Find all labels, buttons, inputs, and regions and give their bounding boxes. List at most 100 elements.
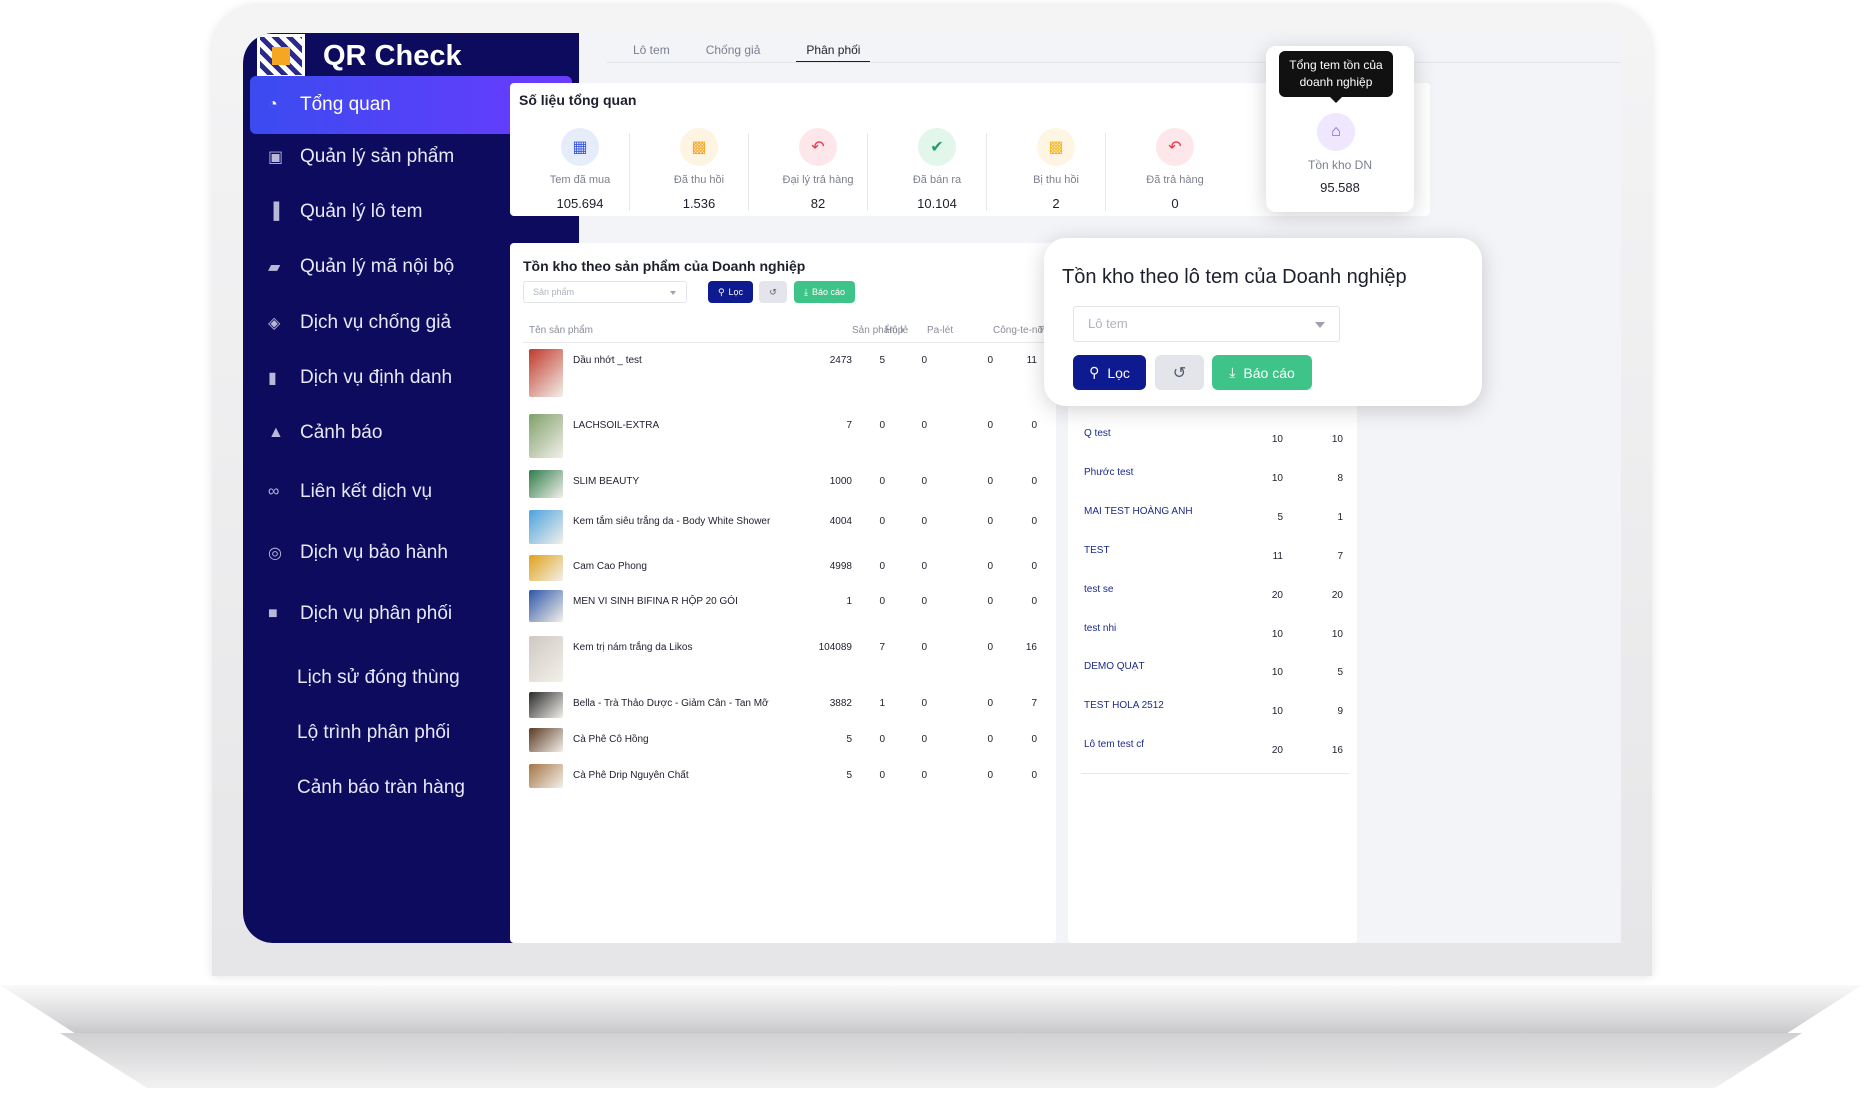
stamp-icon: ▦ (561, 128, 599, 166)
lot-name: Lô tem test cf (1084, 739, 1145, 750)
cell-carton: 0 (1031, 770, 1037, 781)
product-filter-button[interactable]: ⚲ Lọc (708, 281, 753, 303)
warehouse-icon: ⌂ (1317, 113, 1355, 151)
download-icon: ⤓ (1229, 364, 1236, 380)
product-reset-button[interactable]: ↺ (759, 281, 787, 303)
tab-divider (607, 62, 1621, 63)
product-filter-select[interactable]: Sản phẩm (523, 281, 687, 303)
lot-value-a: 11 (1272, 551, 1283, 562)
cell-carton: 0 (1031, 596, 1037, 607)
cell-pallet: 0 (921, 734, 927, 745)
cell-carton: 7 (1031, 698, 1037, 709)
cell-pallet: 0 (921, 355, 927, 366)
product-thumbnail (529, 510, 563, 544)
lot-name: Q test (1084, 428, 1111, 439)
lot-report-button[interactable]: ⤓ Báo cáo (1212, 355, 1312, 390)
sidebar-item-label: Quản lý sản phẩm (300, 146, 455, 167)
lot-value-a: 20 (1271, 590, 1283, 601)
stat-divider (629, 133, 630, 211)
lot-name: test se (1084, 584, 1114, 595)
truck-icon: ■ (268, 605, 278, 622)
logo[interactable]: QR Check (257, 33, 462, 79)
column-header-3[interactable]: Hộp (885, 325, 903, 336)
product-thumbnail (529, 349, 563, 397)
overview-title: Số liệu tổng quan (519, 92, 637, 108)
lot-filter-button[interactable]: ⚲ Lọc (1073, 355, 1146, 390)
sidebar-subitem-2[interactable]: Lộ trình phân phối (297, 722, 450, 744)
sidebar-item-label: Dịch vụ chống giả (300, 312, 452, 333)
lifebuoy-icon: ◎ (268, 545, 282, 562)
stat-divider (1105, 133, 1106, 211)
product-name: MEN VI SINH BIFINA R HỘP 20 GÓI (573, 596, 738, 607)
tab-chong-gia[interactable]: Chống giả (706, 33, 761, 59)
product-thumbnail (529, 590, 563, 622)
product-name: Bella - Trà Thảo Dược - Giảm Cân - Tan M… (573, 698, 769, 709)
recalled-icon: ▩ (1037, 128, 1075, 166)
search-icon: ⚲ (1089, 364, 1100, 380)
return-icon: ↶ (799, 128, 837, 166)
barcode-icon: ▐ (268, 203, 280, 220)
tab-phan-phoi[interactable]: Phân phối (796, 33, 871, 63)
tab-lo-tem[interactable]: Lô tem (633, 33, 670, 59)
product-thumbnail (529, 555, 563, 581)
download-icon: ⤓ (803, 286, 808, 297)
cell-pallet: 0 (921, 596, 927, 607)
sidebar-subitem-3[interactable]: Cảnh báo tràn hàng (297, 777, 465, 799)
lot-value-a: 10 (1271, 629, 1283, 640)
bookmark-icon: ▮ (268, 370, 277, 387)
recall-icon: ▩ (680, 128, 718, 166)
cell-carton: 0 (1031, 561, 1037, 572)
cell-pallet: 0 (921, 516, 927, 527)
inventory-tooltip: Tổng tem tồn của doanh nghiệp (1279, 51, 1393, 103)
cell-carton: 0 (1031, 476, 1037, 487)
lot-value-a: 10 (1271, 473, 1283, 484)
qr-logo-icon (257, 34, 305, 78)
sidebar-subitem-1[interactable]: Lịch sử đóng thùng (297, 667, 460, 689)
cell-carton: 16 (1025, 642, 1037, 653)
lot-name: test nhi (1084, 623, 1117, 634)
bell-icon: ▲ (268, 424, 284, 441)
sidebar-item-label: Dịch vụ bảo hành (300, 542, 448, 563)
product-report-button[interactable]: ⤓ Báo cáo (794, 281, 855, 303)
column-header-4[interactable]: Pa-lét (927, 325, 953, 336)
lot-filter-select[interactable]: Lô tem (1073, 306, 1340, 342)
lot-name: MAI TEST HOÀNG ANH (1084, 506, 1193, 517)
sidebar-item-label: Dịch vụ định danh (300, 367, 453, 388)
cell-carton: 0 (1031, 516, 1037, 527)
product-name: Dầu nhớt _ test (573, 355, 642, 366)
chevron-down-icon (1315, 322, 1325, 328)
lot-value-b: 10 (1331, 629, 1343, 640)
lot-value-b: 8 (1337, 473, 1343, 484)
lot-value-a: 5 (1277, 512, 1283, 523)
product-name: Kem trị nám trắng da Likos (573, 642, 693, 653)
stat-divider (748, 133, 749, 211)
product-inventory-title: Tồn kho theo sản phẩm của Doanh nghiệp (523, 258, 806, 274)
header-divider (523, 342, 1056, 343)
reset-icon: ↺ (769, 286, 777, 297)
lot-value-b: 20 (1331, 590, 1343, 601)
product-thumbnail (529, 728, 563, 752)
shield-icon: ◈ (268, 315, 281, 332)
logo-text: QR Check (323, 39, 462, 72)
product-thumbnail (529, 636, 563, 682)
sold-icon: ✔ (918, 128, 956, 166)
column-header-5[interactable]: Công-te-nơ (993, 325, 1044, 336)
lot-value-a: 10 (1271, 706, 1283, 717)
lot-name: DEMO QUẠT (1084, 661, 1145, 672)
link-icon: ∞ (268, 483, 280, 500)
cell-pallet: 0 (921, 642, 927, 653)
column-header-1[interactable]: Tên sản phẩm (529, 325, 593, 336)
screen: QR Check ◔ Tổng quan ▣ Quản lý sản phẩm ▐ Quả… (243, 33, 1621, 943)
cell-pallet: 0 (921, 698, 927, 709)
dashboard-icon: ◔ (268, 96, 278, 113)
cell-carton: 11 (1026, 355, 1037, 366)
stat-divider (986, 133, 987, 211)
inventory-highlight-value: 95.588 (1320, 180, 1360, 195)
lot-value-b: 1 (1337, 512, 1343, 523)
sidebar-item-label: Quản lý mã nội bộ (300, 256, 455, 277)
search-icon: ⚲ (717, 286, 725, 297)
product-name: Cam Cao Phong (573, 561, 647, 572)
lot-reset-button[interactable]: ↺ (1155, 355, 1204, 390)
returned-icon: ↶ (1156, 128, 1194, 166)
cell-pallet: 0 (921, 476, 927, 487)
